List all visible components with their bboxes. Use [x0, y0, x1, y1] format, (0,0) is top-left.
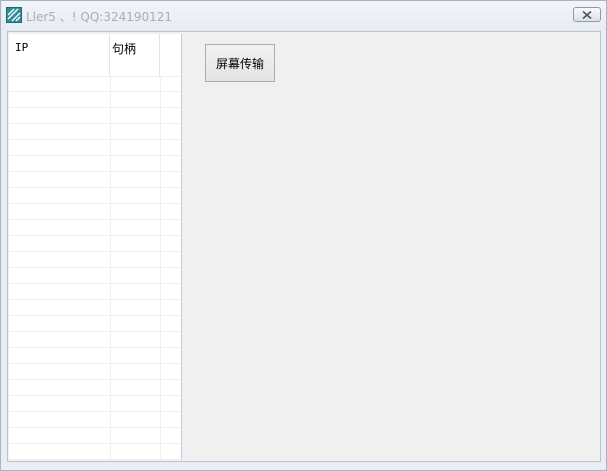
- list-row[interactable]: [9, 172, 181, 188]
- list-row[interactable]: [9, 428, 181, 444]
- list-row[interactable]: [9, 188, 181, 204]
- list-row[interactable]: [9, 140, 181, 156]
- list-row[interactable]: [9, 268, 181, 284]
- window-title: Ller5 、! QQ:324190121: [26, 10, 173, 24]
- list-row[interactable]: [9, 364, 181, 380]
- list-row[interactable]: [9, 284, 181, 300]
- list-row[interactable]: [9, 204, 181, 220]
- close-icon: [582, 10, 592, 19]
- column-header-ip-label: IP: [15, 41, 29, 54]
- list-row[interactable]: [9, 316, 181, 332]
- list-row[interactable]: [9, 444, 181, 460]
- list-row[interactable]: [9, 108, 181, 124]
- list-row[interactable]: [9, 220, 181, 236]
- title-bar[interactable]: Ller5 、! QQ:324190121: [1, 1, 606, 31]
- list-row[interactable]: [9, 156, 181, 172]
- list-row[interactable]: [9, 380, 181, 396]
- client-area: IP 句柄 屏幕传输: [7, 31, 601, 462]
- app-icon: [6, 7, 22, 23]
- list-row[interactable]: [9, 348, 181, 364]
- list-row[interactable]: [9, 252, 181, 268]
- connection-list[interactable]: IP 句柄: [9, 34, 182, 460]
- screen-transfer-button[interactable]: 屏幕传输: [205, 44, 275, 82]
- list-header: IP 句柄: [9, 34, 181, 77]
- list-row[interactable]: [9, 332, 181, 348]
- list-row[interactable]: [9, 300, 181, 316]
- close-button[interactable]: [573, 7, 601, 22]
- main-window: Ller5 、! QQ:324190121 IP 句柄 屏幕传输: [0, 0, 607, 471]
- list-row[interactable]: [9, 396, 181, 412]
- list-row[interactable]: [9, 236, 181, 252]
- list-row[interactable]: [9, 124, 181, 140]
- column-header-ip[interactable]: IP: [9, 34, 110, 76]
- list-row[interactable]: [9, 76, 181, 92]
- column-header-handle[interactable]: 句柄: [110, 34, 160, 76]
- list-row[interactable]: [9, 92, 181, 108]
- column-header-handle-label: 句柄: [112, 42, 137, 56]
- list-row[interactable]: [9, 412, 181, 428]
